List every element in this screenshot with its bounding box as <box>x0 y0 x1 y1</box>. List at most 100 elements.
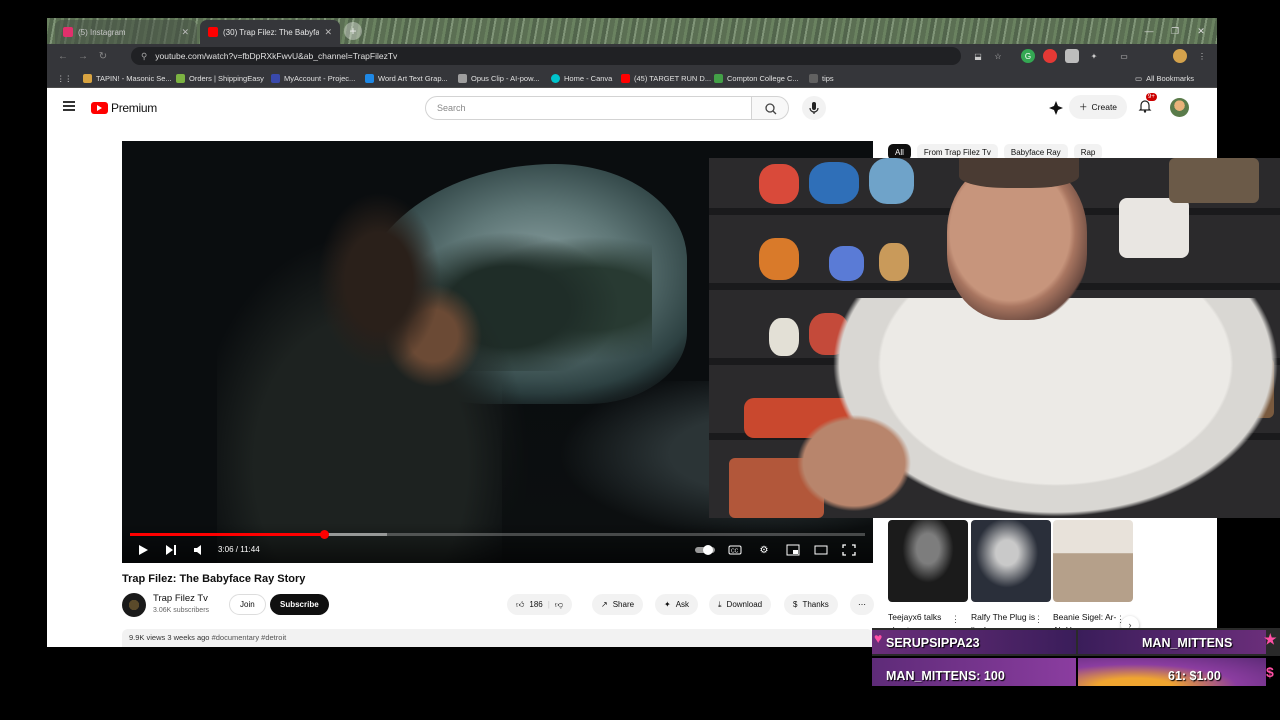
maximize-icon[interactable]: ❐ <box>1165 22 1185 40</box>
video-thumbnail <box>971 520 1051 602</box>
like-count[interactable]: 186 <box>529 600 542 609</box>
tab-instagram[interactable]: (5) Instagram ✕ <box>55 20 197 44</box>
instagram-favicon-icon <box>63 27 73 37</box>
play-icon[interactable] <box>136 543 150 557</box>
tab-youtube[interactable]: (30) Trap Filez: The Babyface Ra ✕ <box>200 20 340 44</box>
browser-toolbar: ← → ↻ ⚲ youtube.com/watch?v=fbDpRXkFwvU&… <box>47 44 1217 68</box>
mic-icon <box>809 102 819 114</box>
close-window-icon[interactable]: ✕ <box>1191 22 1211 40</box>
bookmark-item[interactable]: Orders | ShippingEasy <box>176 72 264 84</box>
bookmark-favicon-icon <box>551 73 560 83</box>
hashtags[interactable]: #documentary #detroit <box>212 633 287 642</box>
all-bookmarks[interactable]: ▭ All Bookmarks <box>1135 72 1194 84</box>
ask-button[interactable]: ✦ Ask <box>655 594 699 615</box>
grammarly-extension-icon[interactable]: G <box>1021 49 1035 63</box>
bookmark-item[interactable]: Home - Canva <box>551 72 612 84</box>
bookmark-favicon-icon <box>621 73 630 83</box>
tab-label: (30) Trap Filez: The Babyface Ra <box>223 27 320 37</box>
tab-strip: (5) Instagram ✕ (30) Trap Filez: The Bab… <box>47 18 1217 44</box>
next-icon[interactable] <box>164 543 178 557</box>
like-icon[interactable]: 👍︎ <box>516 600 524 610</box>
fullscreen-icon[interactable] <box>842 543 856 557</box>
share-button[interactable]: ↗ Share <box>592 594 644 615</box>
captions-icon[interactable]: CC <box>728 543 742 557</box>
youtube-logo[interactable]: Premium <box>91 101 157 115</box>
bookmark-item[interactable]: tips <box>809 72 834 84</box>
bookmark-favicon-icon <box>365 73 374 83</box>
scrubber-handle[interactable] <box>320 530 330 539</box>
more-options-icon[interactable]: ⋮ <box>1034 614 1043 625</box>
forward-icon[interactable]: → <box>75 48 91 64</box>
bookmark-item[interactable]: TAPIN! - Masonic Se... <box>83 72 172 84</box>
folder-icon: ▭ <box>1135 73 1143 83</box>
bookmark-item[interactable]: Compton College C... <box>714 72 799 84</box>
video-thumbnail <box>888 520 968 602</box>
extension-icon[interactable] <box>1065 49 1079 63</box>
new-tab-button[interactable]: + <box>344 22 362 40</box>
youtube-play-icon <box>91 102 108 114</box>
voice-search-button[interactable] <box>802 96 826 120</box>
bookmark-favicon-icon <box>83 73 92 83</box>
close-icon[interactable]: ✕ <box>181 27 189 38</box>
menu-kebab-icon[interactable]: ⋮ <box>1195 49 1209 63</box>
recommended-video[interactable]: Ralfy The Plug is live! ⋮ <box>971 520 1051 637</box>
bits-line: MAN_MITTENS: 100 <box>886 669 1005 683</box>
channel-avatar[interactable] <box>122 593 146 617</box>
bookmark-favicon-icon <box>714 73 723 83</box>
user-avatar[interactable] <box>1170 98 1189 117</box>
bookmarks-bar: ⋮⋮ TAPIN! - Masonic Se... Orders | Shipp… <box>47 68 1217 88</box>
close-icon[interactable]: ✕ <box>324 27 332 38</box>
recommended-video[interactable]: Teejayx6 talks about ⋮ <box>888 520 968 637</box>
create-button[interactable]: ＋ Create <box>1069 95 1128 119</box>
back-icon[interactable]: ← <box>55 48 71 64</box>
settings-gear-icon[interactable]: ⚙ <box>757 543 771 557</box>
address-bar[interactable]: ⚲ youtube.com/watch?v=fbDpRXkFwvU&ab_cha… <box>131 47 961 65</box>
search-input[interactable] <box>425 96 752 120</box>
miniplayer-icon[interactable] <box>786 543 800 557</box>
search-button[interactable] <box>751 96 789 120</box>
webcam-overlay <box>709 158 1280 518</box>
time-display: 3:06 / 11:44 <box>218 545 260 554</box>
bookmark-item[interactable]: Opus Clip - AI-pow... <box>458 72 539 84</box>
sidepanel-icon[interactable]: ▭ <box>1117 49 1131 63</box>
sparkle-icon[interactable] <box>1048 100 1064 116</box>
views-meta: 9.9K views 3 weeks ago <box>129 633 210 642</box>
hamburger-menu-icon[interactable] <box>63 101 75 111</box>
plus-icon: ＋ <box>1079 102 1088 112</box>
minimize-icon[interactable]: — <box>1139 22 1159 40</box>
profile-avatar[interactable] <box>1173 49 1187 63</box>
volume-icon[interactable] <box>192 543 206 557</box>
puzzle-icon[interactable]: ✦ <box>1087 49 1101 63</box>
progress-bar[interactable] <box>130 530 865 539</box>
bookmark-star-icon[interactable]: ☆ <box>991 49 1005 63</box>
autoplay-toggle[interactable] <box>694 543 716 557</box>
tip-line: 61: $1.00 <box>1168 669 1221 683</box>
thanks-button[interactable]: $ Thanks <box>784 594 838 615</box>
record-extension-icon[interactable] <box>1043 49 1057 63</box>
share-icon: ↗ <box>601 600 608 609</box>
apps-icon[interactable]: ⋮⋮ <box>57 72 72 84</box>
reload-icon[interactable]: ↻ <box>95 48 111 64</box>
description-box[interactable]: 9.9K views 3 weeks ago #documentary #det… <box>122 629 873 647</box>
like-dislike-group: 👍︎ 186 | 👎︎ <box>507 594 572 615</box>
recommended-video[interactable]: Beanie Sigel: Ar-Ab He ⋮ <box>1053 520 1133 637</box>
download-button[interactable]: ⤓ Download <box>709 594 772 615</box>
more-options-icon[interactable]: ⋮ <box>951 614 960 625</box>
youtube-header: Premium ＋Create 9+ <box>47 89 1217 127</box>
dislike-icon[interactable]: 👎︎ <box>555 600 563 610</box>
search-icon <box>765 103 777 115</box>
theater-mode-icon[interactable] <box>814 543 828 557</box>
site-info-icon[interactable]: ⚲ <box>141 51 147 62</box>
bookmark-item[interactable]: Word Art Text Grap... <box>365 72 448 84</box>
bookmark-favicon-icon <box>809 73 818 83</box>
played-bar <box>130 533 325 536</box>
join-button[interactable]: Join <box>229 594 266 615</box>
bookmark-item[interactable]: (45) TARGET RUN D... <box>621 72 711 84</box>
download-icon: ⤓ <box>718 599 722 609</box>
install-icon[interactable]: ⬓ <box>971 49 985 63</box>
more-actions-icon[interactable]: ⋯ <box>850 594 874 615</box>
channel-name[interactable]: Trap Filez Tv <box>153 593 208 604</box>
thanks-icon: $ <box>793 600 798 609</box>
bookmark-item[interactable]: MyAccount - Projec... <box>271 72 355 84</box>
subscribe-button[interactable]: Subscribe <box>270 594 329 615</box>
